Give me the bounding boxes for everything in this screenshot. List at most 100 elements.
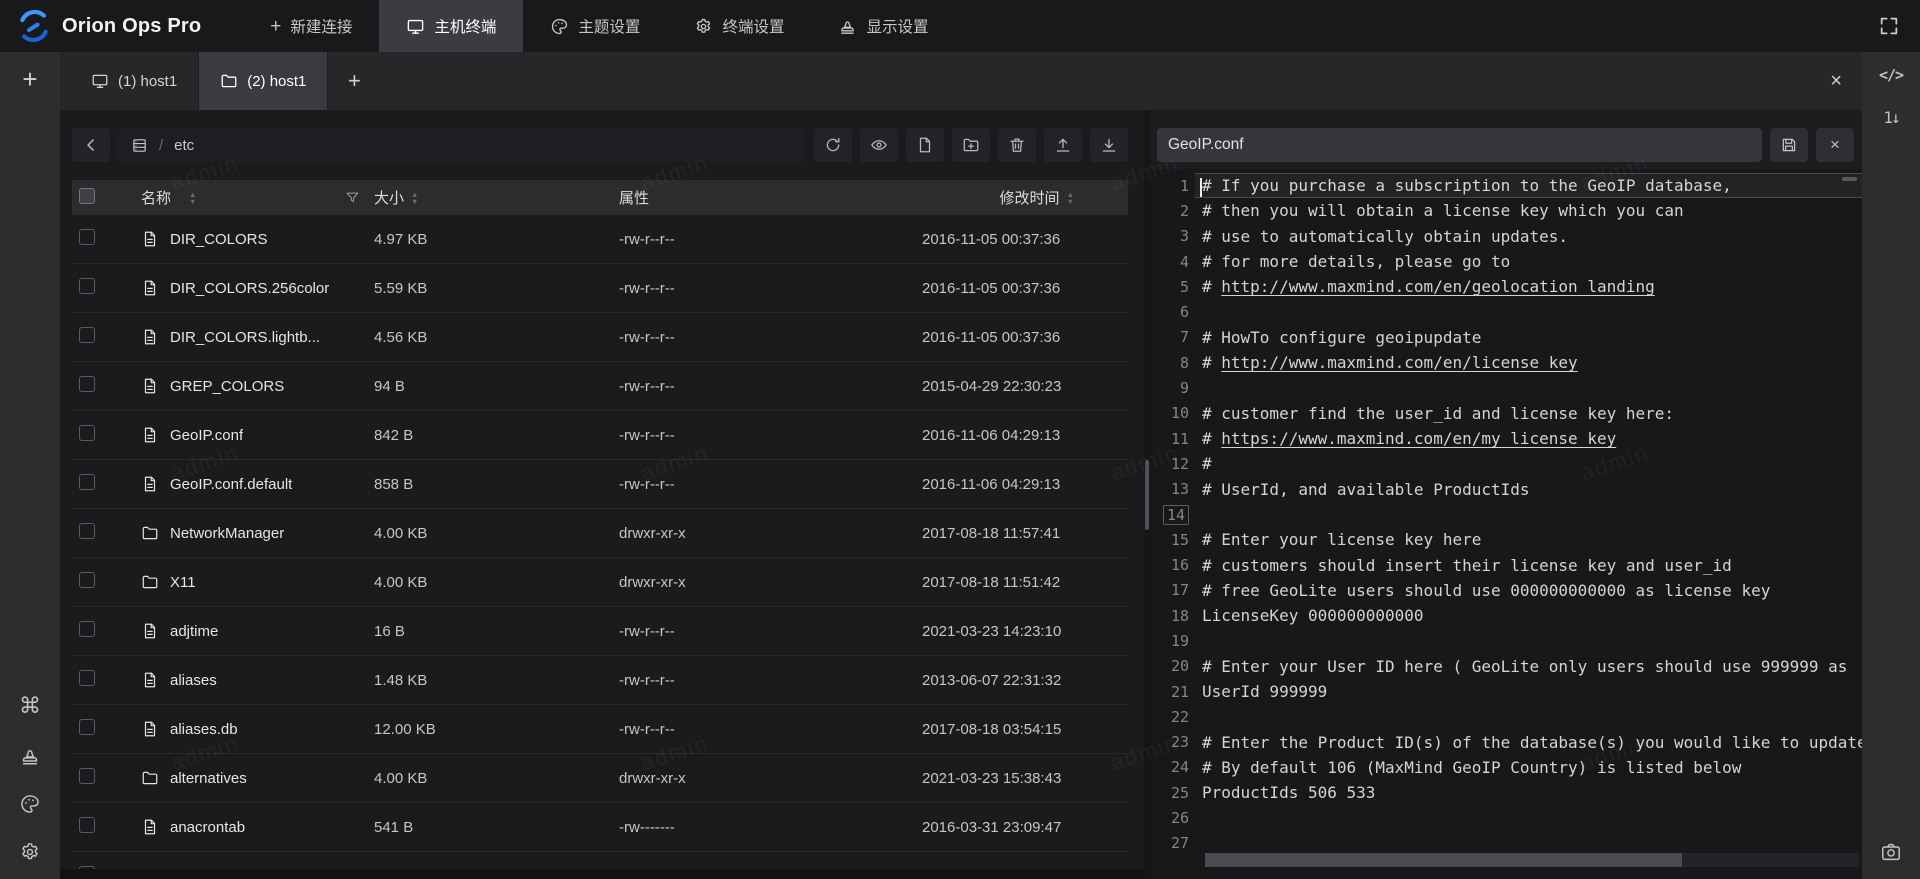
code-line[interactable]: 7# HowTo configure geoipupdate xyxy=(1151,325,1862,350)
editor-close-button[interactable]: × xyxy=(1816,128,1854,162)
code-line[interactable]: 8# http://www.maxmind.com/en/license_key xyxy=(1151,350,1862,375)
code-line[interactable]: 12# xyxy=(1151,451,1862,476)
row-checkbox[interactable] xyxy=(79,229,95,245)
table-row[interactable]: DIR_COLORS4.97 KB-rw-r--r--2016-11-05 00… xyxy=(72,215,1128,264)
url-link[interactable]: http://www.maxmind.com/en/license_key xyxy=(1221,353,1577,372)
nav-item-5[interactable]: 显示设置 xyxy=(811,0,955,52)
table-row[interactable]: aliases.db12.00 KB-rw-r--r--2017-08-18 0… xyxy=(72,705,1128,754)
nav-item-2[interactable]: 主机终端 xyxy=(379,0,523,52)
theme-settings-button[interactable] xyxy=(19,793,41,815)
code-line[interactable]: 17# free GeoLite users should use 000000… xyxy=(1151,578,1862,603)
display-settings-button[interactable] xyxy=(19,745,41,767)
code-line[interactable]: 11# https://www.maxmind.com/en/my_licens… xyxy=(1151,426,1862,451)
row-checkbox[interactable] xyxy=(79,768,95,784)
code-editor[interactable]: 1# If you purchase a subscription to the… xyxy=(1151,169,1862,879)
url-link[interactable]: https://www.maxmind.com/en/my_license_ke… xyxy=(1221,429,1616,448)
code-line[interactable]: 26 xyxy=(1151,805,1862,830)
table-row[interactable]: DIR_COLORS.lightb...4.56 KB-rw-r--r--201… xyxy=(72,313,1128,362)
code-line[interactable]: 15# Enter your license key here xyxy=(1151,527,1862,552)
new-file-button[interactable] xyxy=(906,128,944,162)
select-all-checkbox[interactable] xyxy=(79,188,95,204)
table-row[interactable]: GREP_COLORS94 B-rw-r--r--2015-04-29 22:3… xyxy=(72,362,1128,411)
code-line[interactable]: 10# customer find the user_id and licens… xyxy=(1151,401,1862,426)
code-line[interactable]: 1# If you purchase a subscription to the… xyxy=(1151,173,1862,198)
back-button[interactable] xyxy=(72,128,110,162)
code-line[interactable]: 6 xyxy=(1151,299,1862,324)
code-line[interactable]: 20# Enter your User ID here ( GeoLite on… xyxy=(1151,654,1862,679)
new-folder-button[interactable] xyxy=(952,128,990,162)
row-checkbox[interactable] xyxy=(79,278,95,294)
editor-hscrollbar-thumb[interactable] xyxy=(1205,853,1682,867)
new-tab-button[interactable]: + xyxy=(328,52,380,110)
row-checkbox[interactable] xyxy=(79,327,95,343)
row-checkbox[interactable] xyxy=(79,817,95,833)
tab-2[interactable]: (2) host1 xyxy=(199,52,328,110)
palette-icon xyxy=(19,793,41,815)
file-table-scrollbar[interactable] xyxy=(1145,460,1149,530)
sort-carets-icon[interactable]: ▲▼ xyxy=(189,191,196,205)
code-line[interactable]: 14 xyxy=(1151,502,1862,527)
row-checkbox[interactable] xyxy=(79,523,95,539)
nav-item-3[interactable]: 主题设置 xyxy=(523,0,667,52)
screenshot-button[interactable] xyxy=(1880,841,1902,863)
system-settings-button[interactable] xyxy=(19,841,41,863)
close-tabs-button[interactable]: × xyxy=(1830,70,1842,93)
table-row[interactable]: aliases1.48 KB-rw-r--r--2013-06-07 22:31… xyxy=(72,656,1128,705)
sort-carets-icon[interactable]: ▲▼ xyxy=(411,191,418,205)
code-line[interactable]: 25ProductIds 506 533 xyxy=(1151,780,1862,805)
preview-button[interactable] xyxy=(860,128,898,162)
table-row[interactable]: anacrontab541 B-rw-------2016-03-31 23:0… xyxy=(72,803,1128,852)
code-line[interactable]: 18LicenseKey 000000000000 xyxy=(1151,603,1862,628)
editor-filename-field[interactable]: GeoIP.conf xyxy=(1157,128,1762,162)
breadcrumb-path[interactable]: etc xyxy=(174,137,194,154)
code-line[interactable]: 23# Enter the Product ID(s) of the datab… xyxy=(1151,730,1862,755)
upload-button[interactable] xyxy=(1044,128,1082,162)
sort-carets-icon[interactable]: ▲▼ xyxy=(1067,191,1074,205)
code-line[interactable]: 5# http://www.maxmind.com/en/geolocation… xyxy=(1151,274,1862,299)
code-line[interactable]: 19 xyxy=(1151,628,1862,653)
table-row[interactable]: adjtime16 B-rw-r--r--2021-03-23 14:23:10 xyxy=(72,607,1128,656)
row-checkbox[interactable] xyxy=(79,474,95,490)
new-connection-button[interactable]: + xyxy=(22,66,37,92)
nav-item-1[interactable]: +新建连接 xyxy=(243,0,379,52)
save-button[interactable] xyxy=(1770,128,1808,162)
table-row[interactable]: NetworkManager4.00 KBdrwxr-xr-x2017-08-1… xyxy=(72,509,1128,558)
table-row[interactable] xyxy=(72,852,1128,869)
editor-vscrollbar[interactable] xyxy=(1842,177,1857,181)
code-line[interactable]: 3# use to automatically obtain updates. xyxy=(1151,224,1862,249)
row-checkbox[interactable] xyxy=(79,425,95,441)
table-row[interactable]: alternatives4.00 KBdrwxr-xr-x2021-03-23 … xyxy=(72,754,1128,803)
table-row[interactable]: GeoIP.conf.default858 B-rw-r--r--2016-11… xyxy=(72,460,1128,509)
table-row[interactable]: DIR_COLORS.256color5.59 KB-rw-r--r--2016… xyxy=(72,264,1128,313)
row-checkbox[interactable] xyxy=(79,572,95,588)
file-table-hscroll-track[interactable] xyxy=(60,869,1144,879)
url-link[interactable]: http://www.maxmind.com/en/geolocation_la… xyxy=(1221,277,1654,296)
breadcrumb[interactable]: / etc xyxy=(118,128,806,162)
row-checkbox[interactable] xyxy=(79,719,95,735)
download-button[interactable] xyxy=(1090,128,1128,162)
code-line[interactable]: 4# for more details, please go to xyxy=(1151,249,1862,274)
filter-icon[interactable] xyxy=(345,190,360,205)
sort-lines-button[interactable]: 1↓ xyxy=(1883,108,1898,127)
row-checkbox[interactable] xyxy=(79,621,95,637)
code-line[interactable]: 2# then you will obtain a license key wh… xyxy=(1151,198,1862,223)
code-line[interactable]: 16# customers should insert their licens… xyxy=(1151,552,1862,577)
tab-1[interactable]: (1) host1 xyxy=(70,52,199,110)
fullscreen-button[interactable] xyxy=(1874,11,1904,41)
delete-button[interactable] xyxy=(998,128,1036,162)
row-checkbox[interactable] xyxy=(79,670,95,686)
table-row[interactable]: GeoIP.conf842 B-rw-r--r--2016-11-06 04:2… xyxy=(72,411,1128,460)
shortcut-keys-button[interactable]: ⌘ xyxy=(19,693,41,719)
code-line[interactable]: 22 xyxy=(1151,704,1862,729)
gear-icon xyxy=(19,841,41,863)
code-line[interactable]: 24# By default 106 (MaxMind GeoIP Countr… xyxy=(1151,755,1862,780)
code-snippets-button[interactable]: </> xyxy=(1879,66,1903,84)
code-line[interactable]: 9 xyxy=(1151,375,1862,400)
row-checkbox[interactable] xyxy=(79,376,95,392)
refresh-button[interactable] xyxy=(814,128,852,162)
editor-hscrollbar-track[interactable] xyxy=(1205,853,1859,867)
code-line[interactable]: 13# UserId, and available ProductIds xyxy=(1151,477,1862,502)
nav-item-4[interactable]: 终端设置 xyxy=(667,0,811,52)
code-line[interactable]: 21UserId 999999 xyxy=(1151,679,1862,704)
table-row[interactable]: X114.00 KBdrwxr-xr-x2017-08-18 11:51:42 xyxy=(72,558,1128,607)
